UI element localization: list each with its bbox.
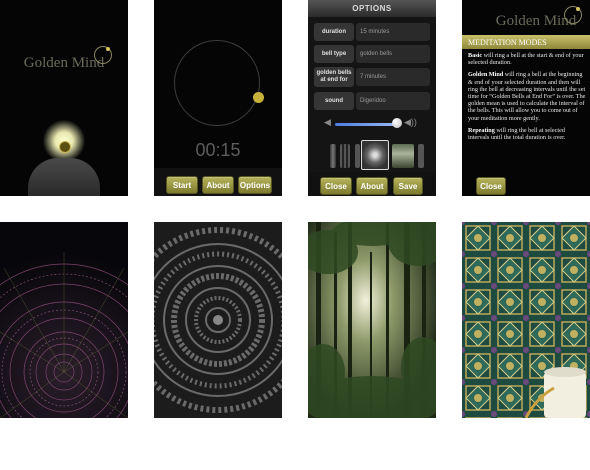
third-eye-icon — [59, 141, 71, 153]
theme-thumb-2[interactable] — [340, 144, 350, 168]
mandala-gray-art — [154, 222, 282, 418]
forest-art — [308, 222, 436, 418]
options-title: OPTIONS — [308, 0, 436, 17]
options-button[interactable]: Options — [238, 176, 272, 194]
mandala-purple-image — [0, 222, 128, 418]
timer-screen: 00:15 Start About Options — [154, 0, 282, 196]
theme-thumb-6[interactable] — [418, 144, 424, 168]
volume-slider[interactable] — [335, 123, 397, 126]
modes-heading: MEDITATION MODES — [462, 35, 590, 49]
modes-description: Basic will ring a bell at the start & en… — [468, 52, 586, 146]
theme-thumb-3[interactable] — [355, 144, 360, 168]
timer-display: 00:15 — [195, 140, 241, 160]
theme-thumb-selected[interactable] — [361, 140, 389, 170]
volume-high-icon: ◀)) — [404, 117, 417, 127]
mandala-purple-art — [0, 252, 128, 418]
sound-label: sound — [314, 92, 354, 110]
bell-type-label: bell type — [314, 45, 354, 63]
volume-low-icon: ◀ — [324, 117, 331, 127]
meditator-silhouette-icon — [28, 158, 100, 196]
tile-pattern-art — [462, 222, 590, 418]
save-button[interactable]: Save — [393, 177, 423, 195]
volume-slider-knob[interactable] — [392, 118, 402, 128]
forest-image — [308, 222, 436, 418]
golden-bells-field[interactable]: 7 minutes — [356, 68, 430, 86]
orbit-ring-icon — [174, 40, 260, 126]
logo-dot-icon — [576, 7, 580, 11]
sound-field[interactable]: Digeridoo — [356, 92, 430, 110]
about-button[interactable]: About — [202, 176, 234, 194]
theme-thumb-1[interactable] — [330, 144, 336, 168]
about-button[interactable]: About — [356, 177, 388, 195]
golden-bells-label: golden bells at end for — [314, 67, 354, 87]
bell-type-field[interactable]: golden bells — [356, 45, 430, 63]
start-button[interactable]: Start — [166, 176, 198, 194]
mode-repeating: Repeating will ring the bell at selected… — [468, 126, 566, 142]
meditation-modes-screen: Golden Mind MEDITATION MODES Basic will … — [462, 0, 590, 196]
theme-thumb-forest[interactable] — [392, 144, 414, 168]
close-button[interactable]: Close — [320, 177, 352, 195]
mode-golden-mind: Golden Mind will ring a bell at the begi… — [468, 71, 586, 122]
duration-field[interactable]: 15 minutes — [356, 23, 430, 41]
tile-pattern-image — [462, 222, 590, 418]
close-button[interactable]: Close — [476, 177, 506, 195]
options-screen: OPTIONS duration 15 minutes bell type go… — [308, 0, 436, 196]
orbit-sun-icon — [253, 92, 264, 103]
mode-basic: Basic will ring a bell at the start & en… — [468, 52, 584, 67]
logo-dot-icon — [106, 47, 110, 51]
duration-label: duration — [314, 23, 354, 41]
mandala-gray-image — [154, 222, 282, 418]
splash-screen: Golden Mind — [0, 0, 128, 196]
